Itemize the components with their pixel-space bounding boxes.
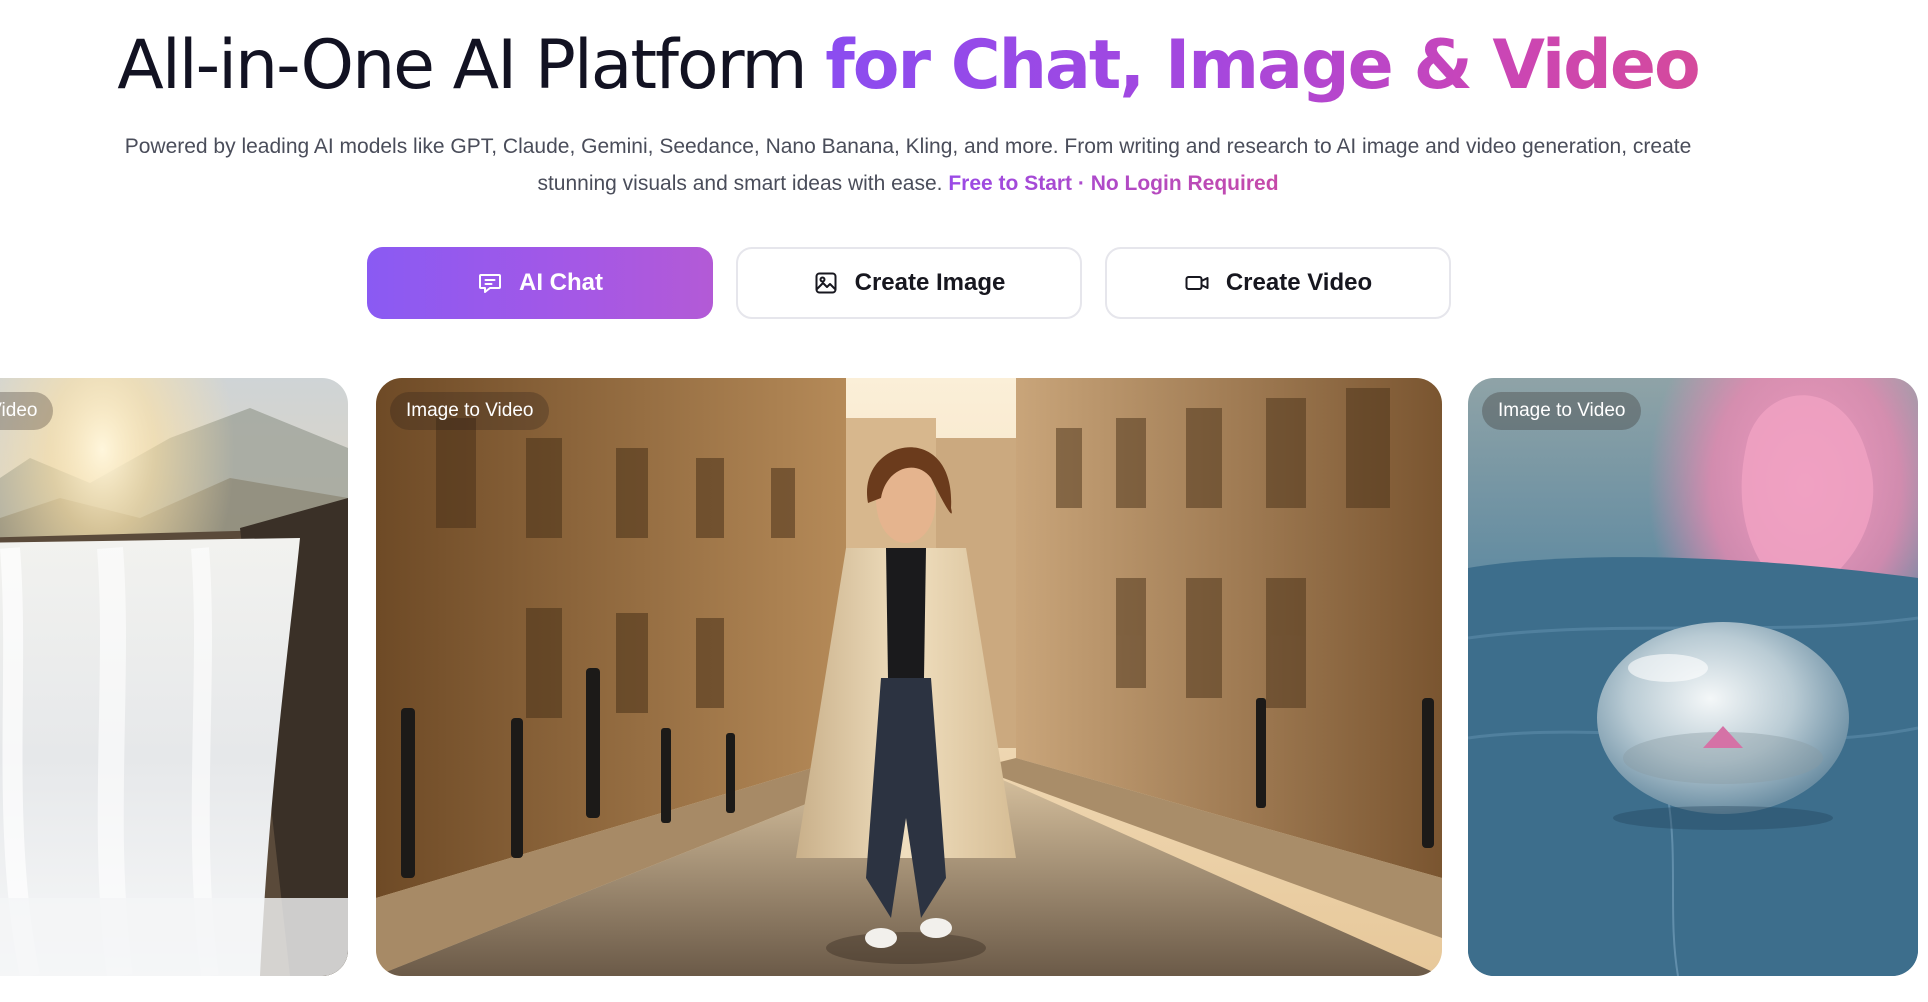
gallery-card-droplet[interactable]: Image to Video: [1468, 378, 1918, 976]
ai-chat-label: AI Chat: [519, 269, 603, 296]
chat-icon: [477, 270, 503, 296]
card-badge: Image to Video: [0, 392, 54, 430]
street-image: [376, 378, 1442, 976]
create-image-label: Create Image: [854, 269, 1006, 296]
page: All-in-One AI Platform for Chat, Image &…: [0, 0, 1928, 1002]
page-subtitle: Powered by leading AI models like GPT, C…: [100, 128, 1716, 202]
free-to-start-note: Free to Start · No Login Required: [948, 172, 1279, 195]
create-video-label: Create Video: [1225, 269, 1373, 296]
create-image-button[interactable]: Create Image: [736, 247, 1082, 319]
video-camera-icon: [1184, 270, 1210, 296]
card-badge: Image to Video: [390, 392, 550, 430]
subtitle-text: Powered by leading AI models like GPT, C…: [124, 135, 1692, 195]
page-title: All-in-One AI Platform for Chat, Image &…: [0, 24, 1816, 108]
page-title-highlight: for Chat, Image & Video: [825, 26, 1700, 105]
waterfall-image: [0, 378, 348, 976]
page-title-plain: All-in-One AI Platform: [117, 26, 826, 105]
gallery-card-waterfall[interactable]: Image to Video: [0, 378, 348, 976]
ai-chat-button[interactable]: AI Chat: [367, 247, 713, 319]
gallery-card-street[interactable]: Image to Video: [376, 378, 1442, 976]
card-badge: Image to Video: [1482, 392, 1642, 430]
image-icon: [813, 270, 839, 296]
create-video-button[interactable]: Create Video: [1105, 247, 1451, 319]
droplet-image: [1468, 378, 1918, 976]
